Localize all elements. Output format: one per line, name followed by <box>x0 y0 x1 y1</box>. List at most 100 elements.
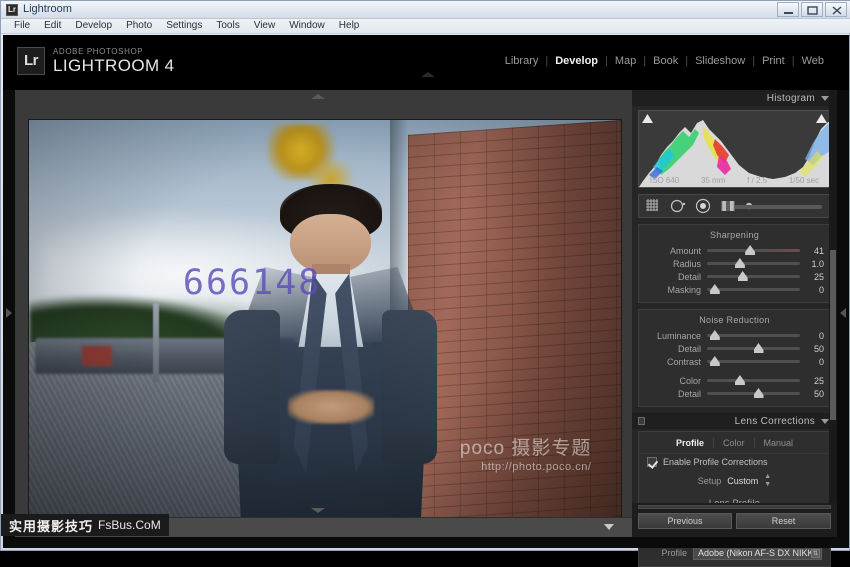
chevron-down-icon[interactable] <box>821 95 829 101</box>
tool-amount-slider[interactable] <box>734 205 822 209</box>
slider-label-nr-contrast: Contrast <box>666 356 701 367</box>
photo-watermark-brand-text: poco 摄影专题 <box>459 438 592 460</box>
menu-item-develop[interactable]: Develop <box>68 19 119 33</box>
slider-knob-color[interactable] <box>734 375 745 385</box>
slider-row-detail[interactable]: Detail 25 <box>639 270 830 283</box>
filmstrip-top-collapse-icon[interactable] <box>311 94 325 99</box>
photo-preview[interactable]: 666148 poco 摄影专题 http://photo.poco.cn/ <box>29 120 621 517</box>
photo-watermark-brand: poco 摄影专题 http://photo.poco.cn/ <box>460 433 591 473</box>
menu-item-window[interactable]: Window <box>282 19 332 33</box>
menu-item-settings[interactable]: Settings <box>159 19 209 33</box>
footer-divider <box>638 505 831 509</box>
slider-knob-nr-detail[interactable] <box>753 343 764 353</box>
slider-track-nr-detail[interactable] <box>707 343 800 353</box>
slider-row-color[interactable]: Color 25 <box>639 374 830 387</box>
maximize-button[interactable] <box>801 2 823 17</box>
enable-profile-corrections-checkbox[interactable] <box>647 457 657 467</box>
metadata-iso: ISO 640 <box>649 176 680 185</box>
slider-row-radius[interactable]: Radius 1.0 <box>639 257 830 270</box>
module-library[interactable]: Library <box>498 55 546 67</box>
enable-profile-corrections-label: Enable Profile Corrections <box>663 457 768 467</box>
slider-value-luminance: 0 <box>818 330 824 341</box>
slider-knob-color-detail[interactable] <box>753 388 764 398</box>
product-line-label: ADOBE PHOTOSHOP <box>53 47 144 56</box>
slider-track-nr-contrast[interactable] <box>707 356 800 366</box>
slider-track-color-detail[interactable] <box>707 388 800 398</box>
red-eye-correction-tool-icon[interactable] <box>695 198 711 214</box>
slider-knob-radius[interactable] <box>734 258 745 268</box>
lr-app-icon: Lr <box>6 4 18 16</box>
slider-knob-amount[interactable] <box>745 245 756 255</box>
slider-row-luminance[interactable]: Luminance 0 <box>639 329 830 342</box>
overlay-watermark-en: FsBus.CoM <box>98 518 161 532</box>
menu-item-help[interactable]: Help <box>332 19 367 33</box>
slider-track-radius[interactable] <box>707 258 800 268</box>
module-map[interactable]: Map <box>608 55 643 67</box>
slider-track-masking[interactable] <box>707 284 800 294</box>
histogram-graph[interactable]: ISO 640 35 mm f / 2.5 1/50 sec <box>638 110 831 188</box>
lens-profile-row[interactable]: Profile Adobe (Nikon AF-S DX NIKKO... ⇅ <box>639 546 830 560</box>
slider-value-color: 25 <box>813 375 824 386</box>
chevron-down-icon[interactable] <box>821 418 829 424</box>
menu-item-file[interactable]: File <box>7 19 37 33</box>
right-panel-scrollbar[interactable] <box>829 90 837 537</box>
slider-label-luminance: Luminance <box>656 330 701 341</box>
module-web[interactable]: Web <box>795 55 831 67</box>
previous-button[interactable]: Previous <box>638 513 732 529</box>
slider-track-amount[interactable] <box>707 245 800 255</box>
slider-knob-detail[interactable] <box>737 271 748 281</box>
slider-track-detail[interactable] <box>707 271 800 281</box>
spot-removal-tool-icon[interactable] <box>670 198 686 214</box>
toolbar-collapse-icon[interactable] <box>311 508 325 513</box>
slider-track-luminance[interactable] <box>707 330 800 340</box>
chevron-updown-icon[interactable]: ⇅ <box>811 548 820 558</box>
menu-item-view[interactable]: View <box>247 19 283 33</box>
slider-knob-luminance[interactable] <box>709 330 720 340</box>
updown-arrows-icon[interactable]: ▲ ▼ <box>764 473 771 489</box>
slider-row-color-detail[interactable]: Detail 50 <box>639 387 830 400</box>
module-develop[interactable]: Develop <box>548 55 605 67</box>
slider-row-amount[interactable]: Amount 41 <box>639 244 830 257</box>
module-print[interactable]: Print <box>755 55 792 67</box>
slider-track-color[interactable] <box>707 375 800 385</box>
module-slideshow[interactable]: Slideshow <box>688 55 752 67</box>
module-book[interactable]: Book <box>646 55 685 67</box>
close-button[interactable] <box>825 2 847 17</box>
photo-watermark-code: 666148 <box>182 262 322 303</box>
setup-value[interactable]: Custom <box>727 476 758 486</box>
right-panel-collapse-strip[interactable] <box>837 90 849 537</box>
slider-row-masking[interactable]: Masking 0 <box>639 283 830 296</box>
sharpening-title: Sharpening <box>709 230 760 240</box>
panel-switch-icon[interactable] <box>638 417 645 425</box>
overlay-watermark-cn: 实用摄影技巧 <box>9 518 94 534</box>
slider-row-nr-detail[interactable]: Detail 50 <box>639 342 830 355</box>
slider-value-amount: 41 <box>813 245 824 256</box>
menu-item-photo[interactable]: Photo <box>119 19 159 33</box>
left-panel-collapse-strip[interactable] <box>3 90 15 537</box>
tab-profile[interactable]: Profile <box>667 438 714 448</box>
lens-corrections-panel-header[interactable]: Lens Corrections <box>632 413 837 429</box>
lightroom-logo-icon[interactable]: Lr <box>17 47 45 75</box>
crop-overlay-tool-icon[interactable] <box>645 198 661 214</box>
top-panel-collapse-icon[interactable] <box>421 72 435 77</box>
tab-manual[interactable]: Manual <box>755 438 803 448</box>
slider-knob-masking[interactable] <box>709 284 720 294</box>
right-panel-footer: Previous Reset <box>632 503 837 537</box>
menu-item-edit[interactable]: Edit <box>37 19 68 33</box>
reset-button[interactable]: Reset <box>736 513 831 529</box>
chevron-right-icon <box>6 308 12 318</box>
tab-color[interactable]: Color <box>714 438 755 448</box>
slider-label-color: Color <box>679 375 701 386</box>
minimize-button[interactable] <box>777 2 799 17</box>
enable-profile-corrections-row[interactable]: Enable Profile Corrections <box>639 453 830 470</box>
slider-row-nr-contrast[interactable]: Contrast 0 <box>639 355 830 368</box>
toolbar-右-chevron-down-icon[interactable] <box>604 524 614 530</box>
lens-profile-select[interactable]: Adobe (Nikon AF-S DX NIKKO... ⇅ <box>693 546 822 560</box>
histogram-metadata: ISO 640 35 mm f / 2.5 1/50 sec <box>639 176 830 185</box>
status-bar <box>3 537 849 548</box>
right-panel-scroll-thumb[interactable] <box>830 250 836 420</box>
slider-knob-nr-contrast[interactable] <box>709 356 720 366</box>
histogram-panel-header[interactable]: Histogram <box>632 90 837 106</box>
setup-row[interactable]: Setup Custom ▲ ▼ <box>639 470 830 492</box>
menu-item-tools[interactable]: Tools <box>209 19 246 33</box>
